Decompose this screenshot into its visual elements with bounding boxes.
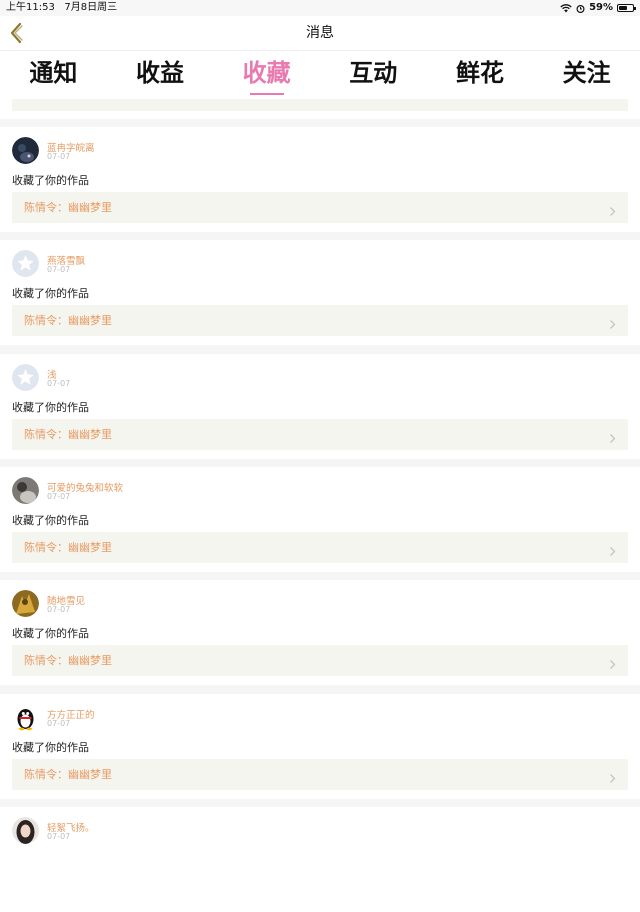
list-item: 可爱的兔兔和软软 07-07 收藏了你的作品 陈情令：幽幽梦里 [0, 466, 640, 572]
work-title: 陈情令：幽幽梦里 [24, 540, 112, 554]
work-link[interactable]: 陈情令：幽幽梦里 [12, 531, 628, 563]
post-date: 07-07 [47, 152, 71, 161]
action-text: 收藏了你的作品 [12, 174, 89, 187]
post-date: 07-07 [47, 491, 71, 501]
action-text: 收藏了你的作品 [12, 627, 89, 641]
work-title: 陈情令：幽幽梦里 [24, 427, 112, 441]
tab-bar: 通知 收益 收藏 互动 鲜花 关注 [0, 51, 640, 99]
battery-icon [617, 4, 636, 12]
wifi-icon [560, 3, 572, 12]
list-item: 方方正正的 07-07 收藏了你的作品 陈情令：幽幽梦里 [0, 693, 640, 799]
work-link[interactable]: 陈情令：幽幽梦里 [12, 305, 628, 337]
chevron-right-icon [609, 315, 616, 334]
page-title: 消息 [306, 25, 334, 41]
chevron-right-icon [609, 202, 616, 221]
post-date: 07-07 [47, 265, 71, 275]
tab-follow[interactable]: 关注 [537, 51, 637, 99]
post-date: 07-07 [47, 605, 71, 615]
avatar[interactable] [12, 816, 39, 844]
work-title: 陈情令：幽幽梦里 [24, 654, 112, 668]
work-link[interactable]: 陈情令：幽幽梦里 [12, 645, 628, 677]
list-item: 蓝冉字皖离 07-07 收藏了你的作品 陈情令：幽幽梦里 [0, 127, 640, 232]
status-date: 7月8日周三 [64, 2, 118, 13]
avatar[interactable] [12, 250, 39, 278]
avatar[interactable] [12, 590, 39, 618]
work-title: 陈情令：幽幽梦里 [24, 201, 112, 214]
avatar[interactable] [12, 703, 39, 731]
status-indicators: 59% [560, 0, 636, 16]
previous-work-link[interactable] [12, 99, 628, 111]
work-link[interactable]: 陈情令：幽幽梦里 [12, 758, 628, 790]
post-date: 07-07 [47, 718, 71, 728]
action-text: 收藏了你的作品 [12, 513, 89, 527]
avatar[interactable] [12, 363, 39, 391]
work-link[interactable]: 陈情令：幽幽梦里 [12, 192, 628, 223]
list-item: 浅 07-07 收藏了你的作品 陈情令：幽幽梦里 [0, 353, 640, 459]
status-time: 上午11:53 [6, 2, 55, 13]
action-text: 收藏了你的作品 [12, 400, 89, 414]
battery-percent: 59% [589, 2, 613, 13]
avatar[interactable] [12, 476, 39, 504]
chevron-right-icon [609, 655, 616, 674]
status-bar: 上午11:53 7月8日周三 59% [0, 0, 640, 16]
action-text: 收藏了你的作品 [12, 287, 89, 301]
work-link[interactable]: 陈情令：幽幽梦里 [12, 418, 628, 450]
work-title: 陈情令：幽幽梦里 [24, 767, 112, 781]
alarm-icon [576, 4, 585, 13]
post-date: 07-07 [47, 378, 71, 388]
previous-item-tail [0, 99, 640, 119]
tab-earnings[interactable]: 收益 [110, 51, 210, 99]
tab-interaction[interactable]: 互动 [323, 51, 423, 99]
tab-flowers[interactable]: 鲜花 [430, 51, 530, 99]
action-text: 收藏了你的作品 [12, 740, 89, 754]
chevron-right-icon [609, 769, 616, 788]
work-title: 陈情令：幽幽梦里 [24, 314, 112, 328]
list-item: 随地雪见 07-07 收藏了你的作品 陈情令：幽幽梦里 [0, 580, 640, 686]
status-time-date: 上午11:53 7月8日周三 [6, 0, 117, 16]
post-date: 07-07 [47, 831, 71, 841]
chevron-right-icon [609, 542, 616, 561]
chevron-right-icon [609, 429, 616, 448]
tab-notify[interactable]: 通知 [3, 51, 103, 99]
list-item: 轻絮飞扬。 07-07 [0, 806, 640, 912]
list-item: 燕落雪飘 07-07 收藏了你的作品 陈情令：幽幽梦里 [0, 240, 640, 346]
nav-bar: 消息 [0, 16, 640, 51]
tab-favorites[interactable]: 收藏 [217, 51, 317, 99]
avatar[interactable] [12, 137, 39, 164]
